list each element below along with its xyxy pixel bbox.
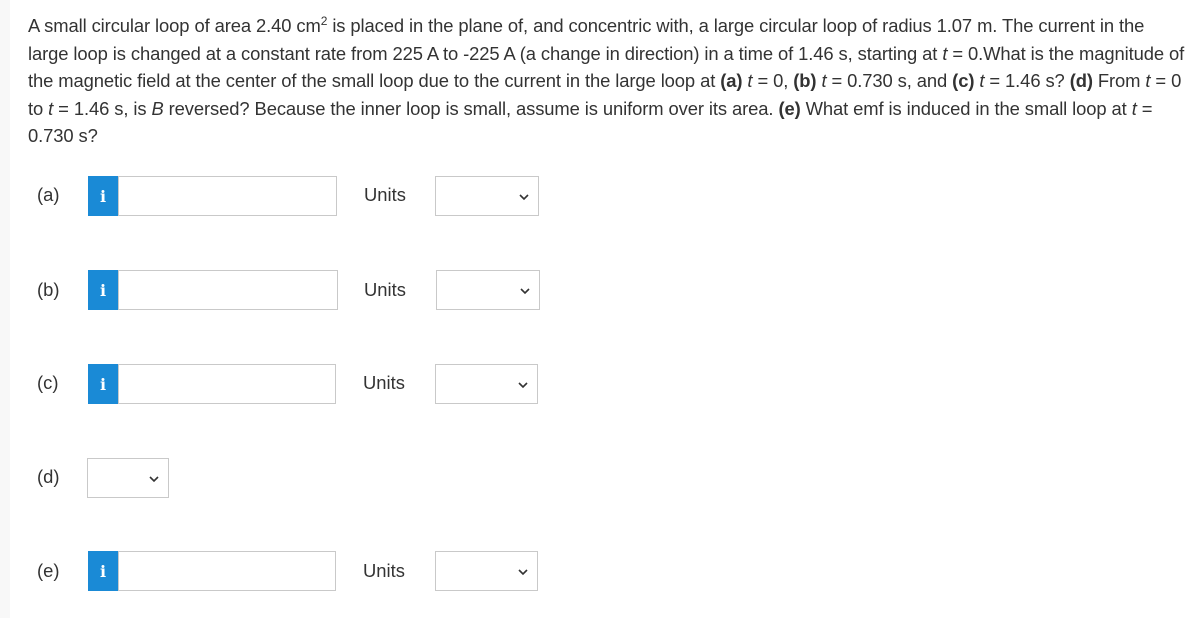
info-icon[interactable]: i — [88, 551, 118, 591]
chevron-down-icon — [149, 476, 159, 483]
chevron-down-icon — [520, 288, 530, 295]
variable-b: B — [151, 97, 164, 119]
part-b-label: (b) — [37, 279, 60, 300]
units-label-a: Units — [364, 184, 406, 205]
units-label-e: Units — [363, 560, 405, 581]
part-ref-e: (e) — [778, 97, 801, 119]
chevron-down-icon — [518, 569, 528, 576]
question-fragment: = 1.46 s, is — [53, 97, 152, 119]
part-ref-b: (b) — [793, 70, 817, 91]
units-select-e[interactable] — [435, 551, 538, 591]
info-icon[interactable]: i — [88, 364, 118, 404]
question-fragment: A small circular loop of area 2.40 cm — [28, 15, 321, 36]
part-ref-c: (c) — [952, 70, 975, 91]
chevron-down-icon — [518, 382, 528, 389]
part-e-label: (e) — [37, 560, 60, 581]
answer-input-e[interactable] — [118, 551, 336, 591]
units-select-a[interactable] — [435, 176, 539, 216]
question-text: A small circular loop of area 2.40 cm2 i… — [28, 12, 1188, 150]
units-select-c[interactable] — [435, 364, 538, 404]
info-icon[interactable]: i — [88, 270, 118, 310]
answer-select-d[interactable] — [87, 458, 169, 498]
info-icon[interactable]: i — [88, 176, 118, 216]
answer-input-c[interactable] — [118, 364, 336, 404]
question-fragment: = 1.46 s? — [984, 70, 1070, 91]
part-ref-d: (d) — [1069, 70, 1093, 91]
answer-input-b[interactable] — [118, 270, 338, 310]
part-a-label: (a) — [37, 184, 60, 205]
part-ref-a: (a) — [720, 70, 743, 91]
units-select-b[interactable] — [436, 270, 540, 310]
chevron-down-icon — [519, 194, 529, 201]
answer-input-a[interactable] — [118, 176, 337, 216]
part-d-label: (d) — [37, 466, 60, 487]
part-c-label: (c) — [37, 372, 59, 393]
units-label-c: Units — [363, 372, 405, 393]
question-fragment: = 0.730 s, and — [826, 70, 953, 91]
question-fragment: = 0, — [752, 70, 794, 91]
units-label-b: Units — [364, 279, 406, 300]
question-fragment: reversed? Because the inner loop is smal… — [163, 97, 779, 119]
question-fragment: What emf is induced in the small loop at — [800, 97, 1132, 119]
question-fragment: From — [1092, 70, 1146, 91]
